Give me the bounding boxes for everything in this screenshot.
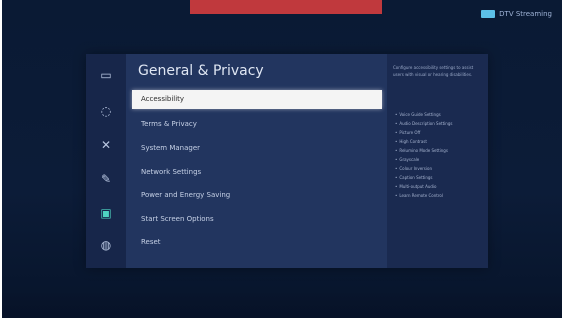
list-item: Relumino Mode Settings bbox=[395, 146, 483, 155]
connection-icon[interactable]: ✎ bbox=[98, 171, 114, 187]
description-list: Voice Guide Settings Audio Description S… bbox=[395, 110, 483, 200]
top-notification-bar bbox=[190, 0, 382, 14]
menu-item-power-energy[interactable]: Power and Energy Saving bbox=[132, 186, 382, 205]
list-item: Picture Off bbox=[395, 128, 483, 137]
list-item: Colour Inversion bbox=[395, 164, 483, 173]
bottom-shadow bbox=[2, 292, 562, 318]
list-item: Audio Description Settings bbox=[395, 119, 483, 128]
tools-icon[interactable]: ✕ bbox=[98, 137, 114, 153]
tv-screen: DTV Streaming ▭ ◌ ✕ ✎ ▣ ◍ General & Priv… bbox=[2, 0, 562, 318]
menu-item-system-manager[interactable]: System Manager bbox=[132, 139, 382, 158]
support-icon[interactable]: ◍ bbox=[98, 237, 114, 253]
settings-menu: ▭ ◌ ✕ ✎ ▣ ◍ General & Privacy Accessibil… bbox=[86, 54, 488, 268]
general-icon[interactable]: ▣ bbox=[98, 205, 114, 221]
menu-item-accessibility[interactable]: Accessibility bbox=[132, 90, 382, 109]
page-title: General & Privacy bbox=[138, 63, 264, 79]
menu-item-terms-privacy[interactable]: Terms & Privacy bbox=[132, 115, 382, 134]
list-item: Learn Remote Control bbox=[395, 191, 483, 200]
picture-icon[interactable]: ▭ bbox=[98, 67, 114, 83]
source-icon bbox=[481, 10, 496, 18]
list-item: Multi-output Audio bbox=[395, 182, 483, 191]
menu-panel: General & Privacy Accessibility Terms & … bbox=[126, 54, 387, 268]
menu-item-start-screen-options[interactable]: Start Screen Options bbox=[132, 210, 382, 229]
list-item: Voice Guide Settings bbox=[395, 110, 483, 119]
status-text: DTV Streaming bbox=[499, 10, 552, 18]
category-rail: ▭ ◌ ✕ ✎ ▣ ◍ bbox=[86, 54, 126, 268]
description-text: Configure accessibility settings to assi… bbox=[393, 65, 474, 77]
menu-item-network-settings[interactable]: Network Settings bbox=[132, 163, 382, 182]
description-panel: Configure accessibility settings to assi… bbox=[387, 54, 488, 268]
menu-item-reset[interactable]: Reset bbox=[132, 233, 382, 252]
sound-icon[interactable]: ◌ bbox=[98, 103, 114, 119]
list-item: Grayscale bbox=[395, 155, 483, 164]
status-area: DTV Streaming bbox=[481, 10, 552, 18]
list-item: Caption Settings bbox=[395, 173, 483, 182]
list-item: High Contrast bbox=[395, 137, 483, 146]
